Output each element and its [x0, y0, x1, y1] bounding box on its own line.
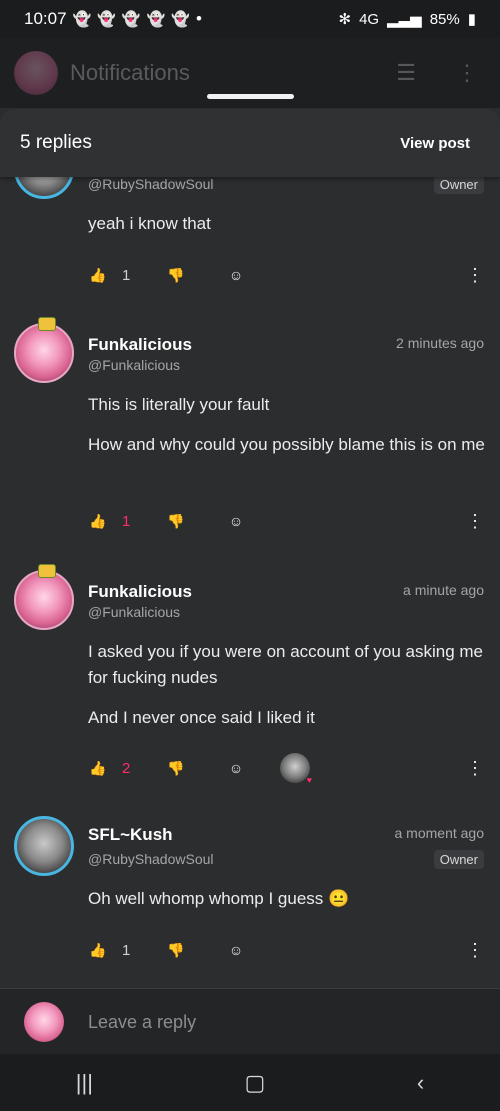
replies-sheet: 5 replies View post @RubyShadowSoul Owne…: [0, 109, 500, 1054]
owner-badge: Owner: [433, 850, 484, 869]
thumbs-up-icon[interactable]: 👍: [88, 511, 108, 531]
avatar: [14, 51, 58, 95]
comment-handle[interactable]: @RubyShadowSoul: [88, 176, 214, 192]
more-vertical-icon[interactable]: ⋮: [466, 940, 484, 961]
comment-author[interactable]: Funkalicious: [88, 335, 192, 355]
comment-actions: 👍 2 👎 ☺ ♥ ⋮: [88, 753, 484, 785]
back-icon[interactable]: ‹: [417, 1070, 424, 1096]
comment-text: I asked you if you were on account of yo…: [88, 642, 484, 687]
notification-dot: •: [195, 9, 202, 28]
comment-actions: 👍 1 👎 ☺ ⋮: [88, 938, 484, 962]
system-nav-bar: ||| ▢ ‹: [0, 1054, 500, 1111]
signal-icon: ▂▃▅: [387, 11, 422, 28]
thumbs-down-icon[interactable]: 👎: [166, 511, 186, 531]
snapchat-icon: 👻: [171, 11, 190, 28]
add-reaction-icon[interactable]: ☺: [226, 758, 246, 778]
add-reaction-icon[interactable]: ☺: [226, 265, 246, 285]
like-count: 1: [122, 941, 131, 959]
thumbs-up-icon[interactable]: 👍: [88, 265, 108, 285]
avatar: [24, 1002, 64, 1042]
comment-actions: 👍 1 👎 ☺ ⋮: [88, 263, 484, 287]
comment-text: And I never once said I liked it: [88, 708, 315, 727]
more-vertical-icon[interactable]: ⋮: [466, 265, 484, 286]
clock: 10:07: [24, 9, 67, 28]
comment-author[interactable]: SFL~Kush: [88, 825, 173, 845]
filter-icon: ☰: [396, 60, 416, 85]
thumbs-down-icon[interactable]: 👎: [166, 758, 186, 778]
thumbs-up-icon[interactable]: 👍: [88, 940, 108, 960]
bluetooth-icon: ✻: [338, 11, 352, 28]
view-post-button[interactable]: View post: [400, 135, 470, 152]
comment-actions: 👍 1 👎 ☺ ⋮: [88, 509, 484, 533]
crown-icon: [38, 564, 56, 578]
thumbs-up-icon[interactable]: 👍: [88, 758, 108, 778]
battery-level: 85%: [429, 10, 460, 28]
comment-time: 2 minutes ago: [396, 335, 484, 351]
more-vertical-icon: ⋮: [456, 60, 478, 85]
add-reaction-icon[interactable]: ☺: [226, 940, 246, 960]
recents-icon[interactable]: |||: [76, 1070, 93, 1096]
thumbs-down-icon[interactable]: 👎: [166, 265, 186, 285]
reply-input[interactable]: Leave a reply: [88, 1012, 196, 1033]
reply-count: 5 replies: [20, 132, 92, 153]
snapchat-icon: 👻: [72, 11, 92, 28]
comment-text: Oh well whomp whomp I guess 😐: [88, 889, 350, 908]
more-vertical-icon[interactable]: ⋮: [466, 758, 484, 779]
avatar[interactable]: [14, 564, 74, 630]
crown-icon: [38, 317, 56, 331]
snapchat-icon: 👻: [146, 11, 166, 28]
like-count: 1: [122, 266, 131, 284]
comment-handle[interactable]: @Funkalicious: [88, 357, 180, 373]
thumbs-down-icon[interactable]: 👎: [166, 940, 186, 960]
heart-icon: ♥: [306, 775, 312, 785]
comment-handle[interactable]: @Funkalicious: [88, 604, 180, 620]
comment-time: a minute ago: [403, 582, 484, 598]
like-count: 1: [122, 512, 131, 530]
page-title: Notifications: [70, 60, 190, 85]
reply-composer: Leave a reply: [0, 988, 500, 1055]
network-type: 4G: [359, 10, 380, 28]
comment-time: a moment ago: [394, 825, 485, 841]
home-icon[interactable]: ▢: [245, 1070, 266, 1096]
comment-text: This is literally your fault: [88, 395, 270, 414]
snapchat-icon: 👻: [97, 11, 116, 28]
comment-author[interactable]: Funkalicious: [88, 582, 192, 602]
owner-badge: Owner: [433, 175, 484, 194]
add-reaction-icon[interactable]: ☺: [226, 511, 246, 531]
comment-text: How and why could you possibly blame thi…: [88, 435, 485, 454]
avatar[interactable]: [14, 816, 74, 876]
reactor-avatar[interactable]: ♥: [280, 753, 312, 785]
sheet-drag-handle[interactable]: [207, 94, 294, 99]
avatar[interactable]: [14, 317, 74, 383]
battery-icon: ▮: [467, 11, 476, 28]
like-count: 2: [122, 759, 131, 777]
snapchat-icon: 👻: [121, 11, 141, 28]
sheet-header: 5 replies View post: [0, 109, 500, 177]
status-bar: 10:07 👻 👻 👻 👻 👻 • ✻ 4G ▂▃▅ 85% ▮: [0, 0, 500, 38]
comment-text: yeah i know that: [88, 214, 211, 233]
comment-handle[interactable]: @RubyShadowSoul: [88, 851, 214, 867]
more-vertical-icon[interactable]: ⋮: [466, 511, 484, 532]
